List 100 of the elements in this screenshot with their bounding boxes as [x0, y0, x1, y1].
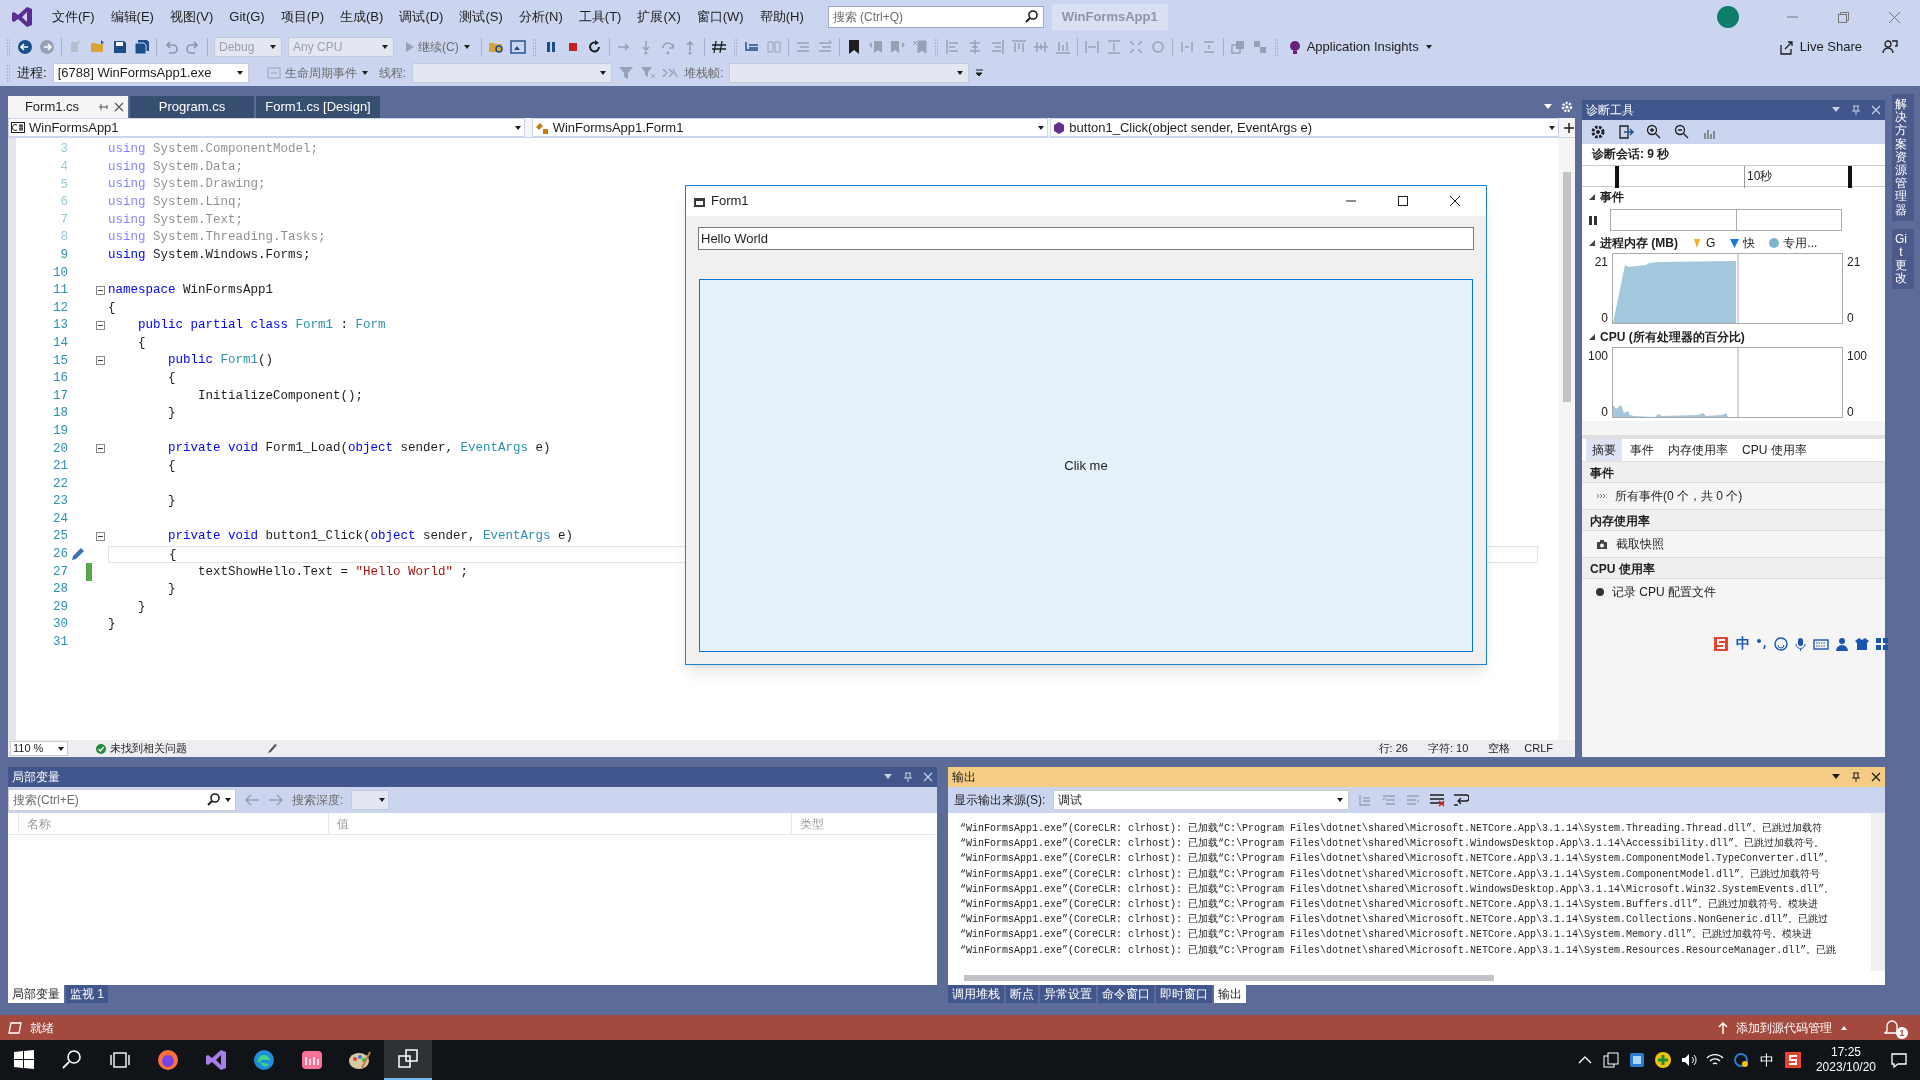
menu-item[interactable]: 工具(T): [570, 0, 630, 34]
menu-item[interactable]: 帮助(H): [751, 0, 812, 34]
collapse-icon[interactable]: [95, 532, 105, 542]
app-tray-icon[interactable]: [1627, 1051, 1646, 1069]
menu-item[interactable]: 测试(S): [451, 0, 511, 34]
document-tab[interactable]: Form1.cs: [8, 96, 128, 118]
export-icon[interactable]: [1618, 124, 1634, 140]
keyboard-icon[interactable]: [1813, 636, 1829, 651]
application-insights-button[interactable]: Application Insights: [1284, 37, 1437, 57]
continue-button[interactable]: 继续(C): [400, 37, 475, 57]
side-tab[interactable]: 解决方案资源管理器: [1892, 94, 1914, 221]
panel-tab[interactable]: 断点: [1006, 985, 1038, 1003]
panel-tab[interactable]: 监视 1: [66, 985, 108, 1003]
source-dropdown[interactable]: 调试: [1053, 790, 1350, 810]
panel-tab[interactable]: 命令窗口: [1098, 985, 1154, 1003]
notification-center-icon[interactable]: [1890, 1051, 1908, 1069]
menu-item[interactable]: 扩展(X): [629, 0, 689, 34]
menu-item[interactable]: 生成(B): [332, 0, 392, 34]
brush-icon[interactable]: [267, 743, 278, 754]
diagnostic-tab[interactable]: 摘要: [1586, 439, 1622, 461]
collapse-icon[interactable]: [95, 356, 105, 366]
menu-item[interactable]: 项目(P): [272, 0, 333, 34]
lifecycle-events-button[interactable]: 生命周期事件: [262, 63, 373, 83]
avatar[interactable]: [1717, 6, 1739, 28]
save-icon[interactable]: [112, 39, 128, 55]
collapse-icon[interactable]: [95, 286, 105, 296]
line-ending-indicator[interactable]: CRLF: [1524, 740, 1553, 757]
diagnostic-tab[interactable]: 内存使用率: [1662, 439, 1734, 461]
microphone-icon[interactable]: [1794, 636, 1807, 651]
side-tab[interactable]: Git 更改: [1892, 228, 1914, 290]
type-dropdown[interactable]: WinFormsApp1.Form1: [531, 118, 1049, 137]
text-box[interactable]: Hello World: [698, 227, 1474, 250]
input-language[interactable]: 中: [1759, 1049, 1774, 1071]
menu-item[interactable]: 编辑(E): [102, 0, 162, 34]
punctuation-icon[interactable]: [1756, 636, 1768, 651]
zoom-out-icon[interactable]: [1674, 124, 1690, 140]
collapse-triangle-icon[interactable]: [1588, 193, 1596, 201]
summary-link[interactable]: 记录 CPU 配置文件: [1612, 583, 1716, 601]
restart-icon[interactable]: [586, 39, 603, 55]
diagnostic-tab[interactable]: 事件: [1624, 439, 1660, 461]
plus-badge-icon[interactable]: [1653, 1051, 1672, 1069]
panel-tab[interactable]: 异常设置: [1040, 985, 1096, 1003]
emoji-icon[interactable]: [1774, 636, 1788, 651]
close-icon[interactable]: [1871, 772, 1881, 782]
section-title[interactable]: 进程内存 (MB): [1600, 234, 1678, 252]
menu-item[interactable]: 文件(F): [44, 0, 103, 34]
pause-icon[interactable]: [1588, 214, 1598, 226]
zoom-dropdown[interactable]: 110 %: [10, 741, 68, 756]
summary-link[interactable]: 所有事件(0 个，共 0 个): [1615, 487, 1743, 505]
cloud-sync-icon[interactable]: [1731, 1051, 1750, 1069]
windows-overlap-icon[interactable]: [1601, 1051, 1620, 1069]
maximize-icon[interactable]: [1398, 196, 1408, 206]
back-icon[interactable]: [17, 39, 33, 55]
collapse-icon[interactable]: [95, 321, 105, 331]
panel-tab[interactable]: 输出: [1214, 985, 1246, 1003]
collapse-icon[interactable]: [95, 444, 105, 454]
collapse-triangle-icon[interactable]: [1588, 239, 1596, 247]
feedback-icon[interactable]: [1882, 39, 1898, 55]
shirt-icon[interactable]: [1855, 636, 1869, 651]
input-mode-indicator[interactable]: 中: [1736, 633, 1750, 654]
collapse-triangle-icon[interactable]: [1588, 333, 1596, 341]
diagnostic-tab[interactable]: CPU 使用率: [1736, 439, 1813, 461]
user-icon[interactable]: [1835, 636, 1849, 651]
menu-item[interactable]: Git(G): [221, 0, 273, 34]
restore-icon[interactable]: [1838, 11, 1849, 23]
live-share-button[interactable]: Live Share: [1774, 37, 1866, 57]
summary-link[interactable]: 截取快照: [1616, 535, 1664, 553]
ime-tray-icon[interactable]: [1783, 1051, 1802, 1069]
forward-icon[interactable]: [39, 39, 55, 55]
search-field[interactable]: 搜索 (Ctrl+Q): [827, 6, 1044, 28]
panel-tab[interactable]: 局部变量: [8, 985, 64, 1003]
menu-item[interactable]: 窗口(W): [688, 0, 752, 34]
scrollbar[interactable]: [964, 975, 1494, 981]
split-icon[interactable]: [1563, 121, 1575, 134]
menu-item[interactable]: 分析(N): [510, 0, 571, 34]
panel-tab[interactable]: 即时窗口: [1156, 985, 1212, 1003]
zoom-in-icon[interactable]: [1646, 124, 1662, 140]
settings-icon[interactable]: [1590, 124, 1606, 140]
document-tab[interactable]: Program.cs: [130, 96, 254, 118]
hash-icon[interactable]: [710, 39, 727, 55]
window-switch-button[interactable]: [384, 1040, 432, 1080]
indent-indicator[interactable]: 空格: [1488, 740, 1511, 757]
menu-item[interactable]: 调试(D): [391, 0, 452, 34]
process-dropdown[interactable]: [6788] WinFormsApp1.exe: [52, 63, 249, 83]
issues-status[interactable]: 未找到相关问题: [110, 740, 187, 757]
member-dropdown[interactable]: button1_Click(object sender, EventArgs e): [1050, 118, 1559, 137]
section-title[interactable]: 事件: [1600, 188, 1624, 206]
word-wrap-icon[interactable]: [1453, 792, 1470, 808]
panel-tab[interactable]: 调用堆栈: [948, 985, 1004, 1003]
menu-item[interactable]: 视图(V): [161, 0, 222, 34]
document-tab[interactable]: Form1.cs [Design]: [256, 96, 380, 118]
line-indicator[interactable]: 行: 26: [1378, 740, 1408, 757]
column-indicator[interactable]: 字符: 10: [1427, 740, 1469, 757]
click-me-button[interactable]: Clik me: [699, 279, 1473, 652]
clear-all-icon[interactable]: [1429, 792, 1446, 808]
source-control-button[interactable]: 添加到源代码管理: [1718, 1018, 1848, 1037]
save-all-icon[interactable]: [134, 39, 150, 55]
clock[interactable]: 17:25 2023/10/20: [1815, 1045, 1876, 1075]
pin-icon[interactable]: [1851, 772, 1861, 782]
window-icon[interactable]: [509, 39, 526, 55]
